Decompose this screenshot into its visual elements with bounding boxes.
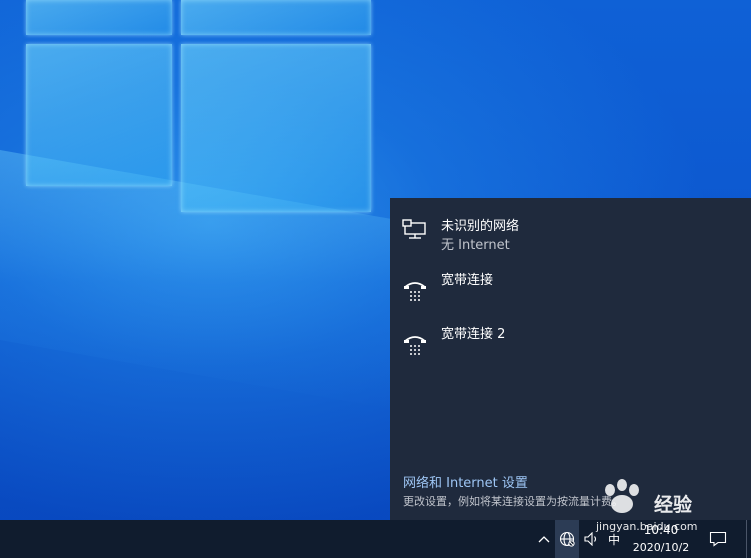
window-logo-pane-top-right bbox=[181, 0, 371, 35]
network-settings-description: 更改设置，例如将某连接设置为按流量计费。 bbox=[403, 495, 623, 508]
ime-label: 中 bbox=[607, 532, 620, 547]
window-logo-pane-top-left bbox=[26, 0, 172, 35]
dialup-icon bbox=[402, 277, 430, 305]
ime-icon[interactable]: 中 bbox=[603, 520, 625, 558]
network-item-broadband-1[interactable]: 宽带连接 bbox=[390, 269, 751, 319]
window-logo-pane-bottom-right bbox=[181, 44, 371, 212]
window-logo-pane-bottom-left bbox=[26, 44, 172, 186]
action-center-icon[interactable] bbox=[704, 520, 732, 558]
dialup-icon bbox=[402, 331, 430, 359]
network-settings-link[interactable]: 网络和 Internet 设置 bbox=[403, 472, 528, 491]
network-name: 宽带连接 2 bbox=[441, 327, 506, 342]
network-name: 未识别的网络 bbox=[441, 219, 520, 234]
globe-network-icon[interactable] bbox=[555, 520, 579, 558]
volume-icon[interactable] bbox=[581, 520, 603, 558]
network-status: 无 Internet bbox=[441, 238, 510, 253]
network-item-unidentified[interactable]: 未识别的网络 无 Internet bbox=[390, 215, 751, 265]
network-flyout: 未识别的网络 无 Internet 宽带连接 宽带连接 2 网络和 Intern… bbox=[390, 198, 751, 520]
clock-time: 10:40 bbox=[643, 523, 679, 537]
taskbar: 中 10:40 2020/10/2 bbox=[0, 520, 751, 558]
ethernet-icon bbox=[402, 215, 430, 243]
chevron-up-icon[interactable] bbox=[533, 520, 555, 558]
network-name: 宽带连接 bbox=[441, 273, 494, 288]
show-desktop-button[interactable] bbox=[746, 520, 751, 558]
network-item-broadband-2[interactable]: 宽带连接 2 bbox=[390, 323, 751, 373]
clock-date: 2020/10/2 bbox=[632, 541, 690, 554]
taskbar-clock[interactable]: 10:40 2020/10/2 bbox=[626, 520, 696, 558]
